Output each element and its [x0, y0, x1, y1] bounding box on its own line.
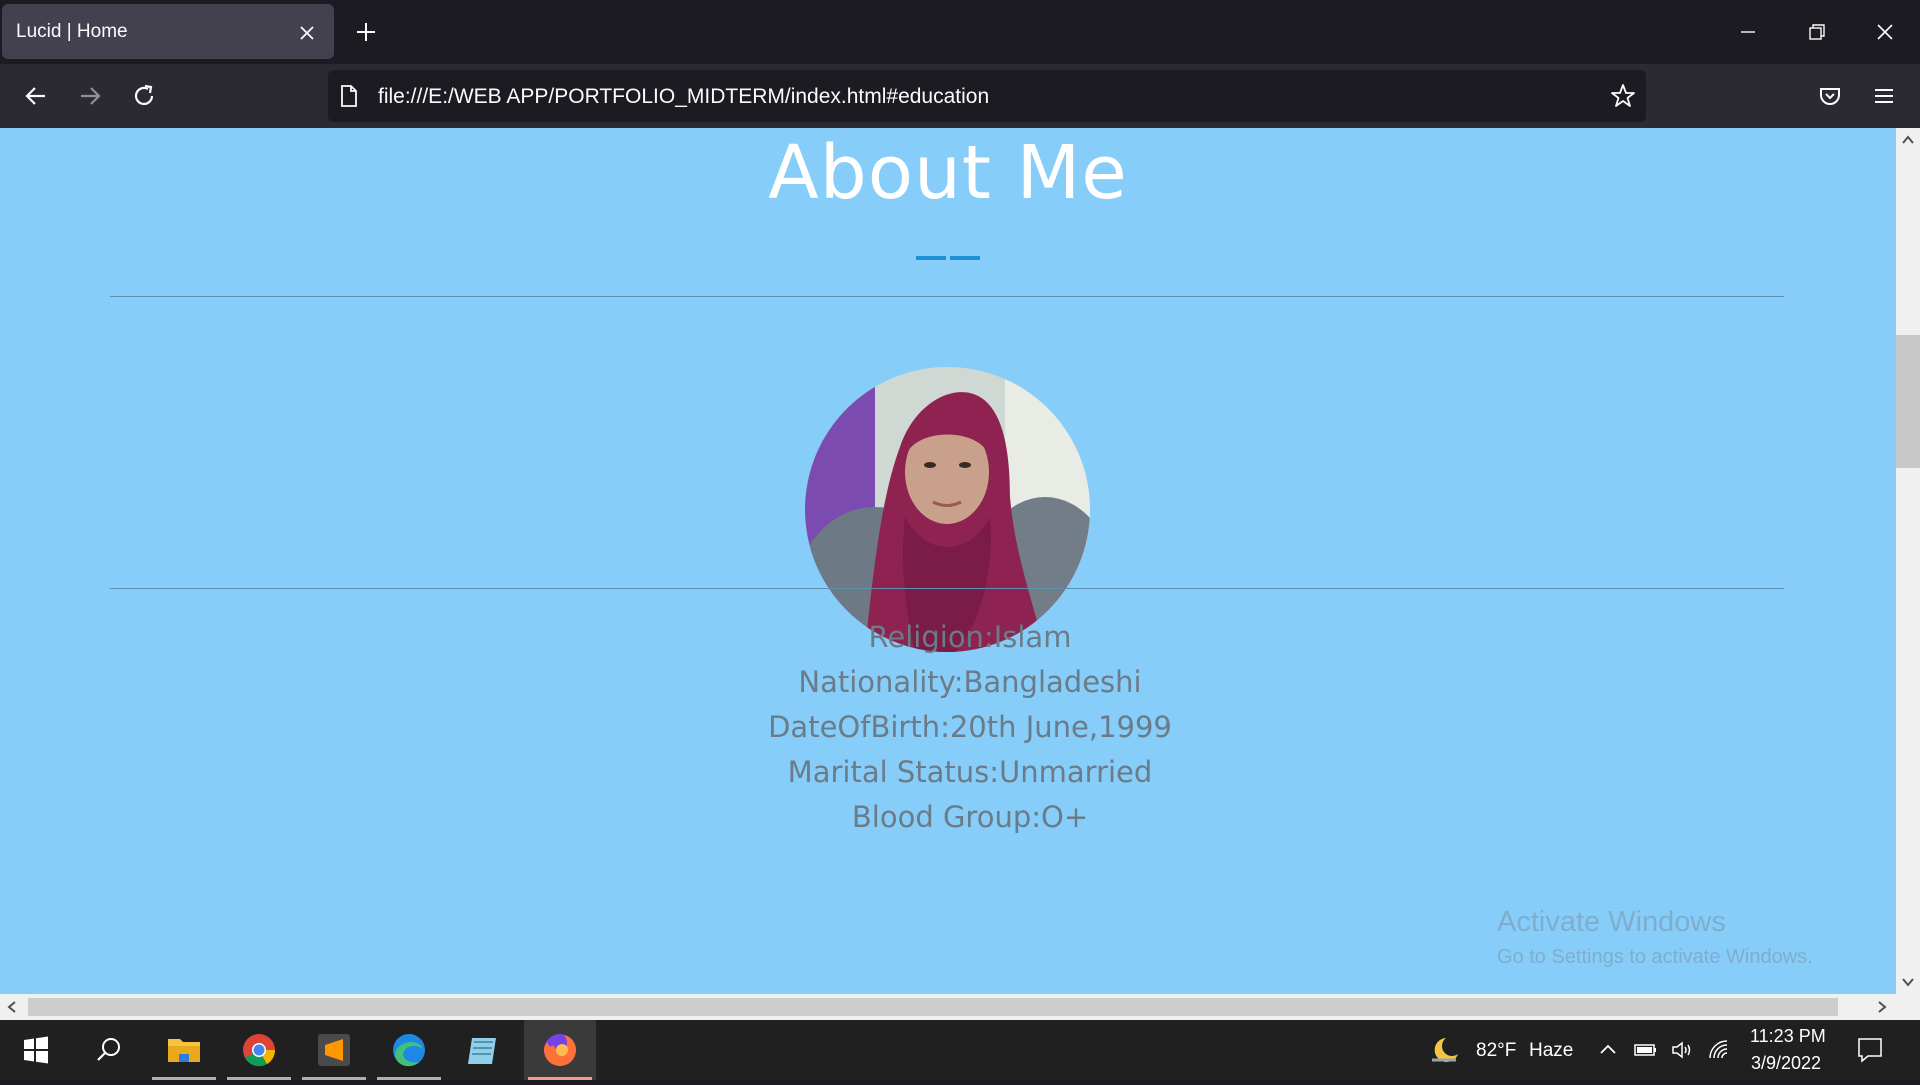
start-button[interactable] [0, 1020, 72, 1080]
address-bar[interactable]: file:///E:/WEB APP/PORTFOLIO_MIDTERM/ind… [328, 70, 1646, 122]
search-icon [97, 1038, 120, 1061]
info-marital-status: Marital Status:Unmarried [787, 755, 1153, 789]
browser-tab[interactable]: Lucid | Home [2, 4, 334, 59]
forward-arrow-icon[interactable] [76, 82, 104, 110]
clock-date[interactable]: 3/9/2022 [1751, 1053, 1821, 1074]
vertical-scroll-thumb[interactable] [1896, 335, 1920, 468]
notepad-button[interactable] [448, 1020, 520, 1080]
page-viewport: About Me Religion:Islam Nationality:Bang… [0, 128, 1896, 994]
edge-button[interactable] [373, 1020, 445, 1080]
notepad-icon [468, 1038, 496, 1064]
scroll-up-arrow-icon[interactable] [1900, 132, 1916, 148]
windows-taskbar: 82°F Haze 11:23 PM 3/9/2022 [0, 1020, 1920, 1080]
weather-description[interactable]: Haze [1529, 1040, 1573, 1062]
bookmark-star-icon[interactable] [1610, 83, 1636, 109]
close-window-icon[interactable] [1873, 20, 1897, 44]
weather-moon-icon[interactable] [1428, 1034, 1462, 1066]
scroll-right-arrow-icon[interactable] [1874, 999, 1890, 1015]
battery-icon[interactable] [1634, 1040, 1658, 1060]
menu-hamburger-icon[interactable] [1870, 82, 1898, 110]
scroll-down-arrow-icon[interactable] [1900, 974, 1916, 990]
activate-windows-subtitle: Go to Settings to activate Windows. [1497, 946, 1813, 968]
divider-bottom [110, 588, 1784, 589]
scroll-left-arrow-icon[interactable] [4, 999, 20, 1015]
new-tab-icon[interactable] [354, 20, 378, 44]
volume-icon[interactable] [1670, 1038, 1694, 1062]
profile-photo [805, 367, 1090, 652]
file-explorer-icon [168, 1039, 200, 1062]
chrome-button[interactable] [223, 1020, 295, 1080]
pocket-icon[interactable] [1816, 82, 1844, 110]
start-icon [24, 1036, 48, 1064]
divider-top [110, 296, 1784, 297]
info-religion: Religion:Islam [868, 620, 1072, 654]
url-text[interactable]: file:///E:/WEB APP/PORTFOLIO_MIDTERM/ind… [378, 85, 989, 109]
wifi-icon[interactable] [1707, 1038, 1731, 1062]
info-date-of-birth: DateOfBirth:20th June,1999 [768, 710, 1172, 744]
activate-windows-title: Activate Windows [1497, 906, 1726, 938]
chevron-up-icon[interactable] [1598, 1040, 1618, 1060]
firefox-button[interactable] [524, 1020, 596, 1080]
page-title: About Me [768, 130, 1128, 216]
info-blood-group: Blood Group:O+ [851, 800, 1089, 834]
back-arrow-icon[interactable] [22, 82, 50, 110]
sublime-text-button[interactable] [298, 1020, 370, 1080]
reload-icon[interactable] [130, 82, 158, 110]
clock-time[interactable]: 11:23 PM [1750, 1026, 1826, 1047]
minimize-icon[interactable] [1736, 20, 1760, 44]
close-tab-icon[interactable] [298, 24, 316, 42]
weather-temperature[interactable]: 82°F [1476, 1040, 1516, 1062]
tab-title: Lucid | Home [16, 21, 128, 42]
vertical-scrollbar[interactable] [1896, 128, 1920, 994]
title-underline-right [950, 256, 980, 260]
search-button[interactable] [72, 1020, 144, 1080]
avatar [805, 367, 1090, 652]
tab-bar: Lucid | Home [0, 0, 1920, 64]
chrome-icon [243, 1034, 276, 1067]
horizontal-scroll-thumb[interactable] [28, 998, 1838, 1016]
file-explorer-button[interactable] [148, 1020, 220, 1080]
edge-icon [393, 1034, 425, 1067]
sublime-text-icon [318, 1034, 350, 1066]
notification-center-icon[interactable] [1856, 1036, 1884, 1064]
navigation-bar: file:///E:/WEB APP/PORTFOLIO_MIDTERM/ind… [0, 64, 1920, 128]
firefox-icon [544, 1034, 576, 1066]
info-nationality: Nationality:Bangladeshi [798, 665, 1142, 699]
restore-icon[interactable] [1805, 20, 1829, 44]
title-underline-left [916, 256, 946, 260]
page-icon [341, 85, 357, 107]
